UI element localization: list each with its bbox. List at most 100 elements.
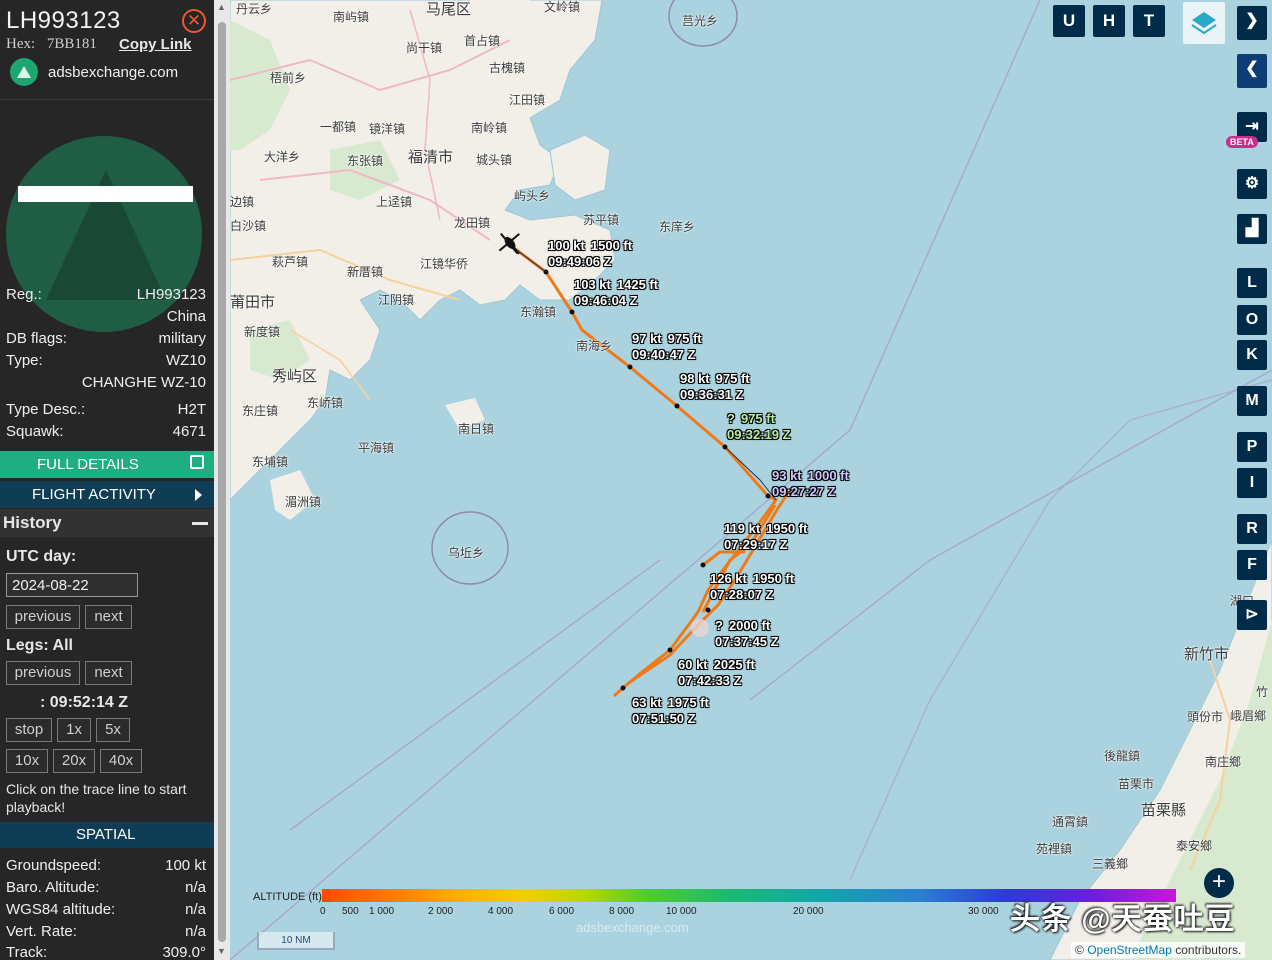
place-label: 丹云乡 xyxy=(236,2,273,16)
trace-label[interactable]: 119 kt 1950 ft 07:29:17 Z xyxy=(724,521,813,553)
place-label: 南海乡 xyxy=(576,339,613,353)
place-label: 东庄镇 xyxy=(242,404,279,418)
trace-time: 09:49:06 Z xyxy=(548,254,612,269)
speed-40x-button[interactable]: 40x xyxy=(100,749,142,773)
history-section-header[interactable]: History xyxy=(0,509,214,537)
place-label: 乌坵乡 xyxy=(448,546,485,560)
helicopter-icon[interactable] xyxy=(495,228,525,258)
aircraft-header: LH993123 ✕ Hex: 7BB181 Copy Link adsbexc… xyxy=(0,0,214,100)
vert-rate-label: Vert. Rate: xyxy=(6,923,77,940)
track-value: 309.0° xyxy=(162,944,206,960)
play-circle-icon: ⊳ xyxy=(1245,606,1259,623)
full-details-button[interactable]: FULL DETAILS xyxy=(0,451,214,478)
u-button[interactable]: U xyxy=(1053,5,1085,37)
layers-button[interactable] xyxy=(1183,2,1225,44)
beta-badge: BETA xyxy=(1226,136,1258,148)
place-label: 东瀚镇 xyxy=(520,305,557,319)
place-label: 秀屿区 xyxy=(272,368,318,385)
place-label: 江田镇 xyxy=(509,93,546,107)
trace-label[interactable]: 97 kt 975 ft 09:40:47 Z xyxy=(632,331,708,363)
trace-label[interactable]: 60 kt 2025 ft 07:42:33 Z xyxy=(678,657,761,689)
previous-leg-button[interactable]: previous xyxy=(6,661,80,685)
dbflags-label: DB flags: xyxy=(6,330,67,347)
trace-time: 09:40:47 Z xyxy=(632,347,696,362)
i-button[interactable]: I xyxy=(1237,468,1267,498)
place-label: 大洋乡 xyxy=(264,150,301,164)
expand-right-button[interactable]: ❯ xyxy=(1237,6,1267,40)
typedesc-value: H2T xyxy=(177,401,206,418)
site-name[interactable]: adsbexchange.com xyxy=(48,64,178,81)
stop-button[interactable]: stop xyxy=(6,718,52,742)
trace-speed: 103 kt xyxy=(574,277,611,292)
flight-activity-button[interactable]: FLIGHT ACTIVITY xyxy=(0,481,214,508)
r-button[interactable]: R xyxy=(1237,514,1267,544)
speed-20x-button[interactable]: 20x xyxy=(53,749,95,773)
scroll-down-icon[interactable]: ▼ xyxy=(217,946,226,956)
copy-link[interactable]: Copy Link xyxy=(119,36,192,53)
osm-link[interactable]: OpenStreetMap xyxy=(1087,943,1172,957)
k-button[interactable]: K xyxy=(1237,340,1267,370)
collapse-left-button[interactable]: ❮ xyxy=(1237,54,1267,88)
legend-tick: 2 000 xyxy=(428,906,454,917)
speed-1x-button[interactable]: 1x xyxy=(57,718,91,742)
trace-speed: 119 kt xyxy=(724,521,761,536)
trace-label[interactable]: 93 kt 1000 ft 09:27:27 Z xyxy=(772,468,855,500)
place-label: 白沙镇 xyxy=(230,219,267,233)
p-button[interactable]: P xyxy=(1237,432,1267,462)
baro-altitude-label: Baro. Altitude: xyxy=(6,879,100,896)
groundspeed-value: 100 kt xyxy=(165,857,206,874)
l-button[interactable]: L xyxy=(1237,268,1267,298)
t-button[interactable]: T xyxy=(1133,5,1165,37)
trace-label[interactable]: 103 kt 1425 ft 09:46:04 Z xyxy=(574,277,664,309)
speed-5x-button[interactable]: 5x xyxy=(96,718,130,742)
scale-bar: 10 NM xyxy=(257,932,335,950)
next-leg-button[interactable]: next xyxy=(85,661,132,685)
trace-alt: 1425 ft xyxy=(616,277,659,292)
trace-label[interactable]: 100 kt 1500 ft 09:49:06 Z xyxy=(548,238,638,270)
groundspeed-label: Groundspeed: xyxy=(6,857,102,874)
login-icon: ⇥ xyxy=(1245,118,1259,135)
o-button[interactable]: O xyxy=(1237,305,1267,335)
map-view[interactable]: 丹云乡 南屿镇 马尾区 文岭镇 莒光乡 尚干镇 首占镇 古槐镇 梧前乡 江田镇 … xyxy=(230,0,1272,960)
next-day-button[interactable]: next xyxy=(85,605,132,629)
previous-day-button[interactable]: previous xyxy=(6,605,80,629)
spatial-title: SPATIAL xyxy=(76,826,136,843)
trace-alt: 975 ft xyxy=(667,331,702,346)
spatial-section-header[interactable]: SPATIAL xyxy=(0,822,214,848)
legend-tick: 1 000 xyxy=(369,906,395,917)
close-icon[interactable]: ✕ xyxy=(182,9,206,33)
layers-icon xyxy=(1191,12,1217,35)
hex-label: Hex: xyxy=(6,36,36,52)
trace-time: 07:29:17 Z xyxy=(724,537,788,552)
h-button[interactable]: H xyxy=(1093,5,1125,37)
place-label: 东峤镇 xyxy=(307,396,344,410)
speed-10x-button[interactable]: 10x xyxy=(6,749,48,773)
trace-label[interactable]: 63 kt 1975 ft 07:51:50 Z xyxy=(632,695,715,727)
scroll-up-icon[interactable]: ▲ xyxy=(217,2,226,12)
settings-button[interactable]: ⚙ xyxy=(1237,169,1267,199)
date-input[interactable]: 2024-08-22 xyxy=(6,573,138,597)
playback-help-text: Click on the trace line to start playbac… xyxy=(6,781,187,815)
collapse-icon[interactable] xyxy=(192,522,208,525)
place-label: 新竹市 xyxy=(1184,646,1230,663)
trace-label[interactable]: ? 975 ft 09:32:19 Z xyxy=(727,411,797,443)
trace-label[interactable]: 98 kt 975 ft 09:36:31 Z xyxy=(680,371,756,403)
place-label: 福清市 xyxy=(408,149,454,166)
external-link-icon xyxy=(190,455,204,469)
scrollbar-thumb[interactable] xyxy=(218,22,226,942)
sidebar-scrollbar[interactable]: ▲ ▼ xyxy=(214,0,230,960)
place-label: 南屿镇 xyxy=(333,10,370,24)
legend-tick: 30 000 xyxy=(968,906,999,917)
trace-time: 07:51:50 Z xyxy=(632,711,696,726)
replay-button[interactable]: ⊳ xyxy=(1237,600,1267,630)
place-label: 东张镇 xyxy=(347,154,384,168)
m-button[interactable]: M xyxy=(1237,386,1267,416)
f-button[interactable]: F xyxy=(1237,550,1267,580)
trace-label[interactable]: ? 2000 ft 07:37:45 Z xyxy=(715,618,785,650)
trace-alt: 2000 ft xyxy=(728,618,771,633)
trace-label[interactable]: 126 kt 1950 ft 07:28:07 Z xyxy=(710,571,800,603)
place-label: 屿头乡 xyxy=(514,189,551,203)
legend-tick: 4 000 xyxy=(488,906,514,917)
leaderboard-button[interactable]: ▟ xyxy=(1237,214,1267,244)
adsbx-logo-icon[interactable] xyxy=(10,58,38,86)
